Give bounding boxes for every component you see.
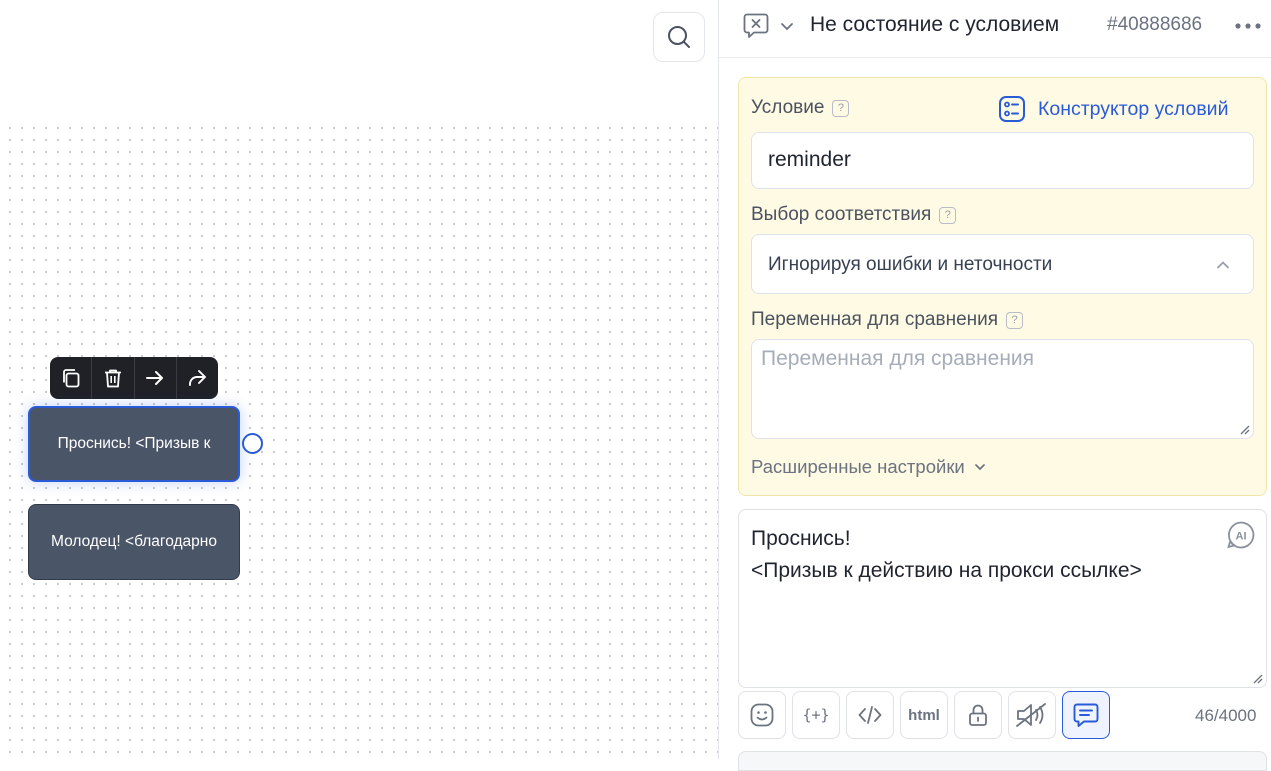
compare-variable-textarea[interactable]: Переменная для сравнения bbox=[751, 339, 1254, 439]
node-output-port[interactable] bbox=[242, 433, 263, 454]
silent-message-button[interactable] bbox=[1008, 691, 1056, 739]
protect-content-button[interactable] bbox=[954, 691, 1002, 739]
ai-icon: AI bbox=[1227, 521, 1255, 549]
chevron-up-icon bbox=[1217, 261, 1229, 269]
more-options-button[interactable] bbox=[1234, 16, 1264, 41]
compare-label-text: Переменная для сравнения bbox=[751, 309, 999, 330]
insert-variable-button[interactable]: {+} bbox=[792, 691, 840, 739]
copy-icon bbox=[62, 369, 80, 388]
node-type-button[interactable] bbox=[741, 11, 771, 46]
node-toolbar bbox=[50, 357, 218, 399]
node-settings-panel: Не состояние с условием #40888686 Услови… bbox=[718, 0, 1271, 771]
match-select-value: Игнорируя ошибки и неточности bbox=[768, 254, 1053, 275]
html-label: html bbox=[908, 706, 940, 724]
compare-label: Переменная для сравнения ? bbox=[751, 309, 1024, 331]
message-line: <Призыв к действию на прокси ссылке> bbox=[751, 559, 1142, 582]
next-panel-section bbox=[738, 751, 1267, 771]
advanced-settings-label: Расширенные настройки bbox=[751, 456, 965, 477]
chevron-down-icon bbox=[974, 464, 985, 471]
character-counter: 46/4000 bbox=[1195, 706, 1257, 725]
match-label-text: Выбор соответствия bbox=[751, 204, 932, 225]
connect-node-button[interactable] bbox=[135, 357, 177, 399]
insert-code-button[interactable] bbox=[846, 691, 894, 739]
flow-node-selected[interactable]: Проснись! <Призыв к bbox=[28, 406, 240, 482]
flow-canvas[interactable]: Проснись! <Призыв к Молодец! <благодарно bbox=[0, 0, 718, 759]
advanced-settings-toggle[interactable]: Расширенные настройки bbox=[751, 456, 987, 478]
condition-label-text: Условие bbox=[751, 97, 825, 118]
arrow-right-icon bbox=[146, 371, 164, 385]
condition-input[interactable]: reminder bbox=[751, 132, 1254, 189]
trash-icon bbox=[104, 369, 121, 388]
variable-icon: {+} bbox=[802, 706, 830, 724]
copy-node-button[interactable] bbox=[50, 357, 93, 399]
search-icon bbox=[668, 26, 690, 48]
message-toolbar: {+} html bbox=[738, 691, 1110, 739]
share-node-button[interactable] bbox=[177, 357, 218, 399]
chevron-down-icon bbox=[781, 23, 793, 31]
more-dots-icon bbox=[1235, 23, 1261, 29]
condition-label: Условие ? bbox=[751, 97, 850, 119]
match-select[interactable]: Игнорируя ошибки и неточности bbox=[751, 234, 1254, 294]
node-text: Проснись! <Призыв к bbox=[57, 435, 211, 452]
svg-text:AI: AI bbox=[1236, 531, 1247, 543]
share-icon bbox=[189, 370, 207, 386]
emoji-button[interactable] bbox=[738, 691, 786, 739]
node-type-dropdown[interactable] bbox=[779, 18, 795, 39]
condition-section: Условие ? Конструктор условий reminder В… bbox=[738, 77, 1267, 496]
condition-builder-link[interactable]: Конструктор условий bbox=[998, 95, 1228, 123]
message-cross-icon bbox=[743, 13, 769, 38]
lock-icon bbox=[969, 704, 987, 726]
delete-node-button[interactable] bbox=[92, 357, 135, 399]
match-label: Выбор соответствия ? bbox=[751, 204, 957, 226]
list-settings-icon bbox=[999, 96, 1025, 122]
node-id: #40888686 bbox=[1107, 14, 1203, 35]
canvas-search-button[interactable] bbox=[653, 12, 705, 62]
help-icon[interactable]: ? bbox=[832, 99, 850, 117]
code-icon bbox=[858, 706, 882, 724]
html-mode-button[interactable]: html bbox=[900, 691, 948, 739]
panel-header: Не состояние с условием #40888686 bbox=[719, 0, 1271, 58]
resize-handle-icon[interactable] bbox=[1238, 423, 1250, 435]
comment-mode-button[interactable] bbox=[1062, 691, 1110, 739]
help-icon[interactable]: ? bbox=[939, 206, 957, 224]
message-textarea[interactable]: Проснись! <Призыв к действию на прокси с… bbox=[738, 509, 1267, 688]
comment-icon bbox=[1073, 703, 1099, 727]
flow-node[interactable]: Молодец! <благодарно bbox=[28, 504, 240, 580]
resize-handle-icon[interactable] bbox=[1251, 672, 1263, 684]
compare-placeholder: Переменная для сравнения bbox=[761, 347, 1035, 370]
emoji-icon bbox=[750, 703, 774, 727]
node-text: Молодец! <благодарно bbox=[51, 533, 217, 550]
message-line: Проснись! bbox=[751, 527, 851, 550]
ai-assist-button[interactable]: AI bbox=[1226, 520, 1256, 555]
node-title[interactable]: Не состояние с условием bbox=[810, 13, 1059, 37]
mute-icon bbox=[1016, 703, 1046, 727]
condition-builder-label: Конструктор условий bbox=[1038, 97, 1229, 120]
help-icon[interactable]: ? bbox=[1006, 311, 1024, 329]
